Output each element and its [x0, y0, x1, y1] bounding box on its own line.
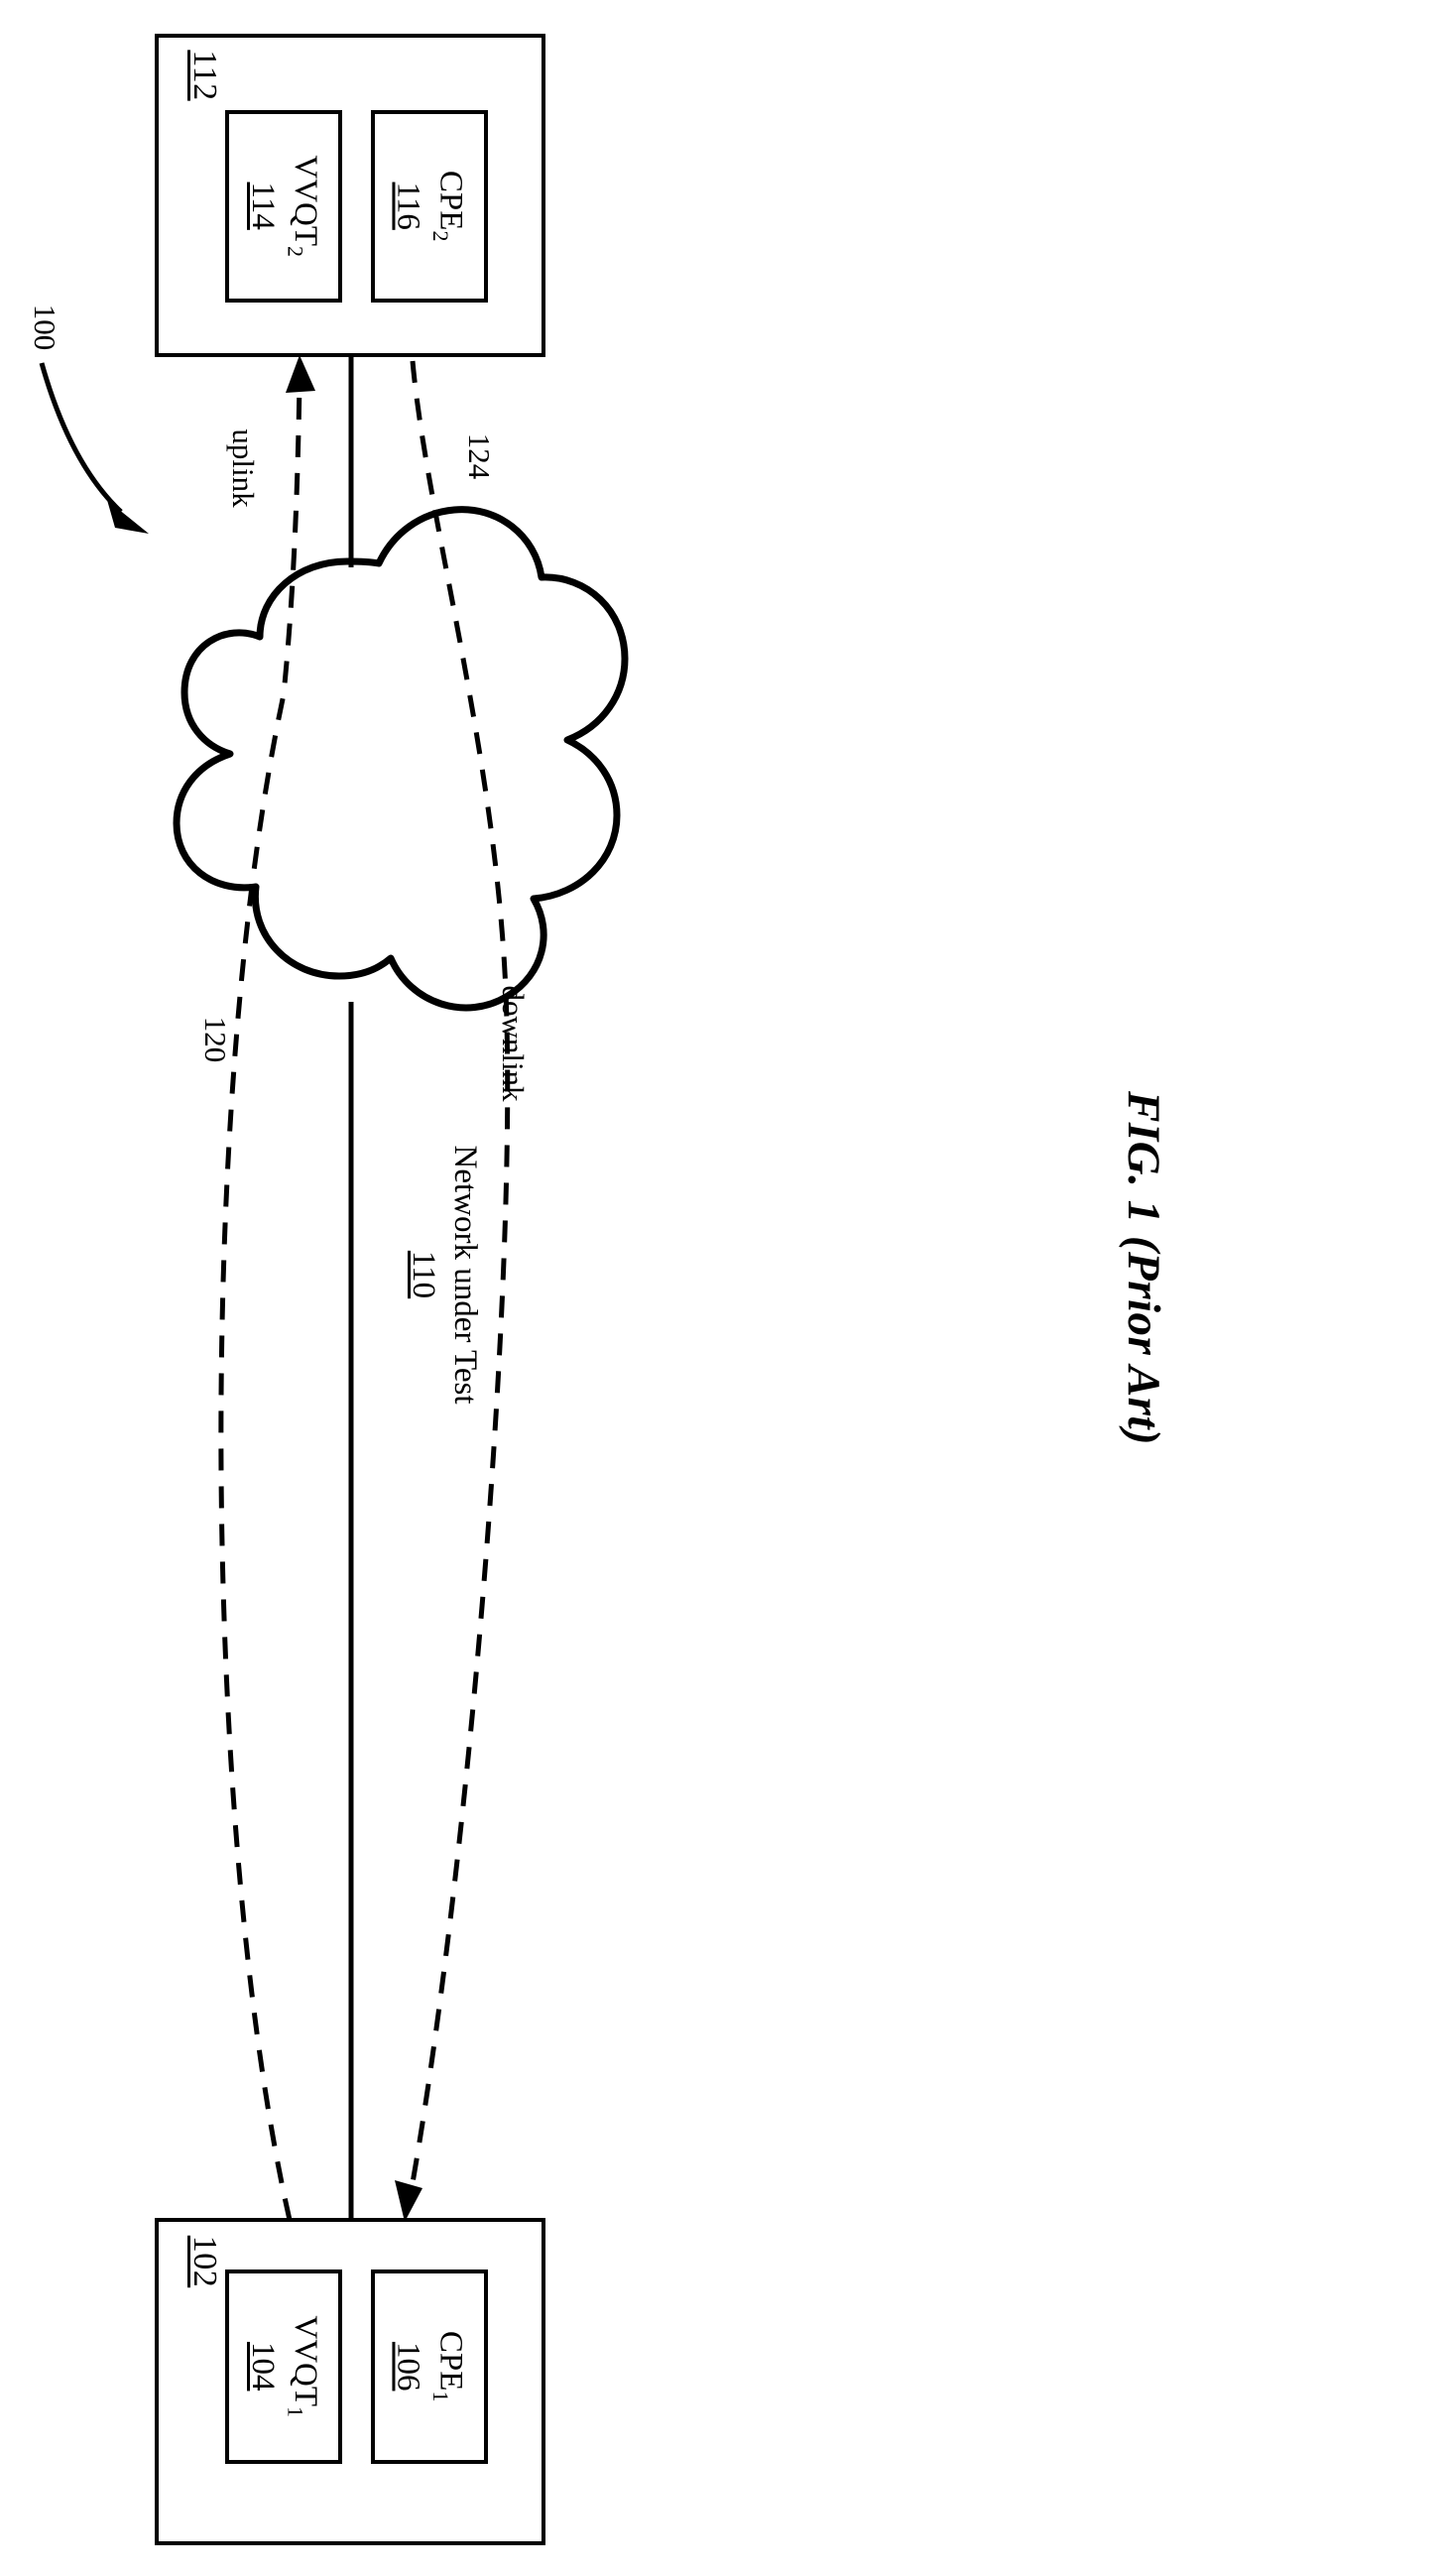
module-name-cpe1: CPE — [432, 2331, 469, 2392]
uplink-label: uplink — [226, 429, 261, 508]
module-ref-104: 104 — [244, 2342, 281, 2392]
module-box-vvqt1: VVQT1 104 — [225, 2269, 342, 2464]
module-name-vvqt2: VVQT — [287, 155, 323, 247]
reference-numeral-112: 112 — [186, 50, 223, 101]
module-subscript-cpe2: 2 — [428, 230, 454, 242]
module-name-vvqt1: VVQT — [287, 2315, 323, 2407]
system-leader-arrow — [39, 362, 149, 534]
reference-numeral-100: 100 — [28, 304, 62, 351]
module-box-cpe1: CPE1 106 — [371, 2269, 488, 2464]
reference-numeral-120: 120 — [198, 1016, 233, 1063]
patent-figure-sheet: 112 VVQT2 114 CPE2 116 102 VVQT1 104 CPE… — [0, 0, 1446, 2576]
module-ref-114: 114 — [244, 182, 281, 231]
module-ref-106: 106 — [390, 2342, 426, 2392]
cloud-label-text: Network under Test — [447, 1145, 483, 1405]
cloud-ref-110: 110 — [406, 1250, 442, 1299]
module-box-cpe2: CPE2 116 — [371, 110, 488, 303]
module-label-cpe2: CPE2 116 — [389, 171, 469, 242]
module-ref-116: 116 — [390, 182, 426, 231]
module-label-vvqt2: VVQT2 114 — [243, 156, 323, 258]
downlink-label: downlink — [496, 985, 531, 1102]
module-box-vvqt2: VVQT2 114 — [225, 110, 342, 303]
module-subscript-cpe1: 1 — [428, 2391, 454, 2402]
module-subscript-vvqt2: 2 — [283, 246, 308, 258]
module-label-vvqt1: VVQT1 104 — [243, 2316, 323, 2418]
module-subscript-vvqt1: 1 — [283, 2406, 308, 2418]
cloud-label: Network under Test 110 — [375, 1126, 484, 1423]
figure-vector-layer — [39, 197, 629, 2370]
network-cloud-shape — [173, 506, 629, 1012]
figure-caption: FIG. 1 (Prior Art) — [1118, 1091, 1169, 1446]
module-label-cpe1: CPE1 106 — [389, 2331, 469, 2402]
reference-numeral-124: 124 — [462, 432, 497, 480]
module-name-cpe2: CPE — [432, 171, 469, 231]
